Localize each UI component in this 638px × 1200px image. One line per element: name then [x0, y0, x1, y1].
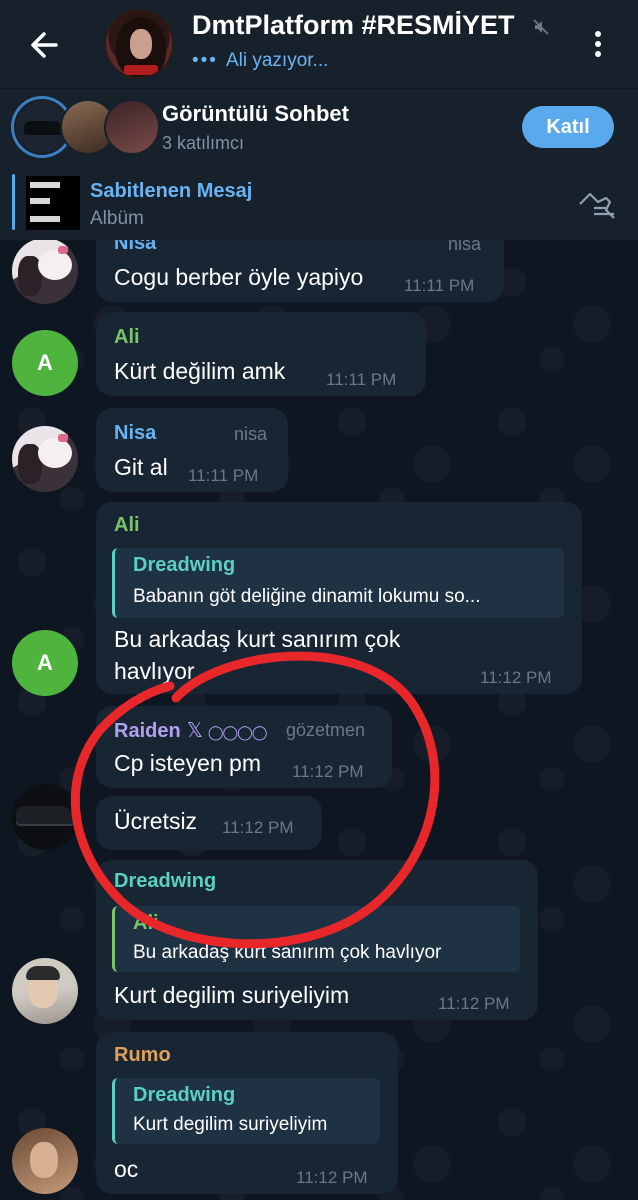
- sender-name[interactable]: Raiden 𝕏 ◯◯◯◯: [114, 718, 268, 743]
- x-badge-icon: 𝕏: [186, 720, 203, 742]
- call-participants-count: 3 katılımcı: [162, 133, 245, 153]
- message-text: Ücretsiz: [114, 808, 198, 834]
- reply-text: Bu arkadaş kurt sanırım çok havlıyor: [133, 942, 442, 963]
- pinned-subtitle-top: Albüm: [90, 208, 144, 229]
- typing-status: ••• Ali yazıyor...: [192, 50, 329, 71]
- message-text: Bu arkadaş kurt sanırım çok: [114, 626, 401, 652]
- muted-icon: [533, 19, 549, 35]
- message-text-line2: havlıyor: [114, 658, 195, 684]
- message-bubble[interactable]: Ali Dreadwing Babanın göt deliğine dinam…: [96, 502, 582, 694]
- avatar[interactable]: [12, 784, 78, 850]
- message-bubble[interactable]: Ali Kürt değilim amk 11:11 PM: [96, 312, 426, 396]
- message-bubble[interactable]: Raiden 𝕏 ◯◯◯◯ gözetmen Cp isteyen pm 11:12…: [96, 706, 392, 788]
- member-role: gözetmen: [286, 720, 366, 740]
- message-time: 11:12 PM: [292, 762, 364, 781]
- pinned-indicator-top: [12, 174, 15, 230]
- message-bubble[interactable]: Nisa nisa Git al 11:11 PM: [96, 408, 288, 492]
- avatar[interactable]: A: [12, 630, 78, 696]
- message-text: Kürt değilim amk: [114, 358, 286, 384]
- reply-sender: Ali: [133, 912, 159, 934]
- message-text: Kurt degilim suriyeliyim: [114, 982, 350, 1008]
- reply-quote[interactable]: Ali Bu arkadaş kurt sanırım çok havlıyor: [112, 906, 520, 972]
- avatar[interactable]: A: [12, 330, 78, 396]
- message-time: 11:12 PM: [480, 668, 552, 687]
- message-time: 11:11 PM: [188, 466, 259, 485]
- sender-name[interactable]: Ali: [114, 514, 140, 537]
- message-time: 11:11 PM: [404, 276, 475, 295]
- message-time: 11:12 PM: [438, 994, 510, 1013]
- message-text: Cp isteyen pm: [114, 750, 262, 776]
- more-menu-icon[interactable]: [588, 26, 608, 62]
- message-time: 11:11 PM: [326, 370, 397, 389]
- sender-name[interactable]: Rumo: [114, 1044, 171, 1067]
- back-arrow-icon[interactable]: [22, 22, 68, 68]
- member-role: nisa: [234, 424, 268, 444]
- message-text: Git al: [114, 454, 168, 480]
- message-text: oc: [114, 1156, 139, 1182]
- avatar[interactable]: [12, 958, 78, 1024]
- sender-name[interactable]: Dreadwing: [114, 870, 216, 893]
- pinned-thumbnail-top: [26, 176, 80, 230]
- reply-quote[interactable]: Dreadwing Babanın göt deliğine dinamit l…: [112, 548, 564, 618]
- sender-name[interactable]: Ali: [114, 326, 140, 349]
- reply-text: Kurt degilim suriyeliyim: [133, 1114, 328, 1135]
- unpin-icon-top[interactable]: [576, 190, 618, 220]
- message-bubble[interactable]: Rumo Dreadwing Kurt degilim suriyeliyim …: [96, 1032, 398, 1194]
- typing-dots-icon: •••: [192, 50, 218, 71]
- reply-quote[interactable]: Dreadwing Kurt degilim suriyeliyim: [112, 1078, 380, 1144]
- call-title: Görüntülü Sohbet: [162, 101, 349, 126]
- call-participants: [14, 99, 160, 155]
- avatar[interactable]: [12, 1128, 78, 1194]
- avatar[interactable]: [12, 426, 78, 492]
- reply-sender: Dreadwing: [133, 1084, 236, 1106]
- message-text: Cogu berber öyle yapiyo: [114, 264, 364, 290]
- participant-avatar: [104, 99, 160, 155]
- message-bubble[interactable]: Dreadwing Ali Bu arkadaş kurt sanırım ço…: [96, 860, 538, 1020]
- message-time: 11:12 PM: [222, 818, 294, 837]
- reply-sender: Dreadwing: [133, 554, 236, 576]
- chat-title[interactable]: DmtPlatform #RESMİYET: [192, 10, 515, 41]
- rings-icon: ◯◯◯◯: [207, 724, 268, 740]
- avatar[interactable]: [12, 238, 78, 304]
- pinned-title-top: Sabitlenen Mesaj: [90, 180, 253, 202]
- reply-text: Babanın göt deliğine dinamit lokumu so..…: [133, 586, 481, 607]
- message-bubble[interactable]: Ücretsiz 11:12 PM: [96, 796, 322, 850]
- pinned-message-bar-top[interactable]: Sabitlenen Mesaj Albüm: [0, 166, 638, 240]
- sender-name[interactable]: Nisa: [114, 422, 156, 445]
- join-call-button[interactable]: Katıl: [522, 106, 614, 148]
- chat-header: DmtPlatform #RESMİYET ••• Ali yazıyor...: [0, 0, 638, 88]
- group-avatar[interactable]: [104, 9, 174, 79]
- message-time: 11:12 PM: [296, 1168, 368, 1187]
